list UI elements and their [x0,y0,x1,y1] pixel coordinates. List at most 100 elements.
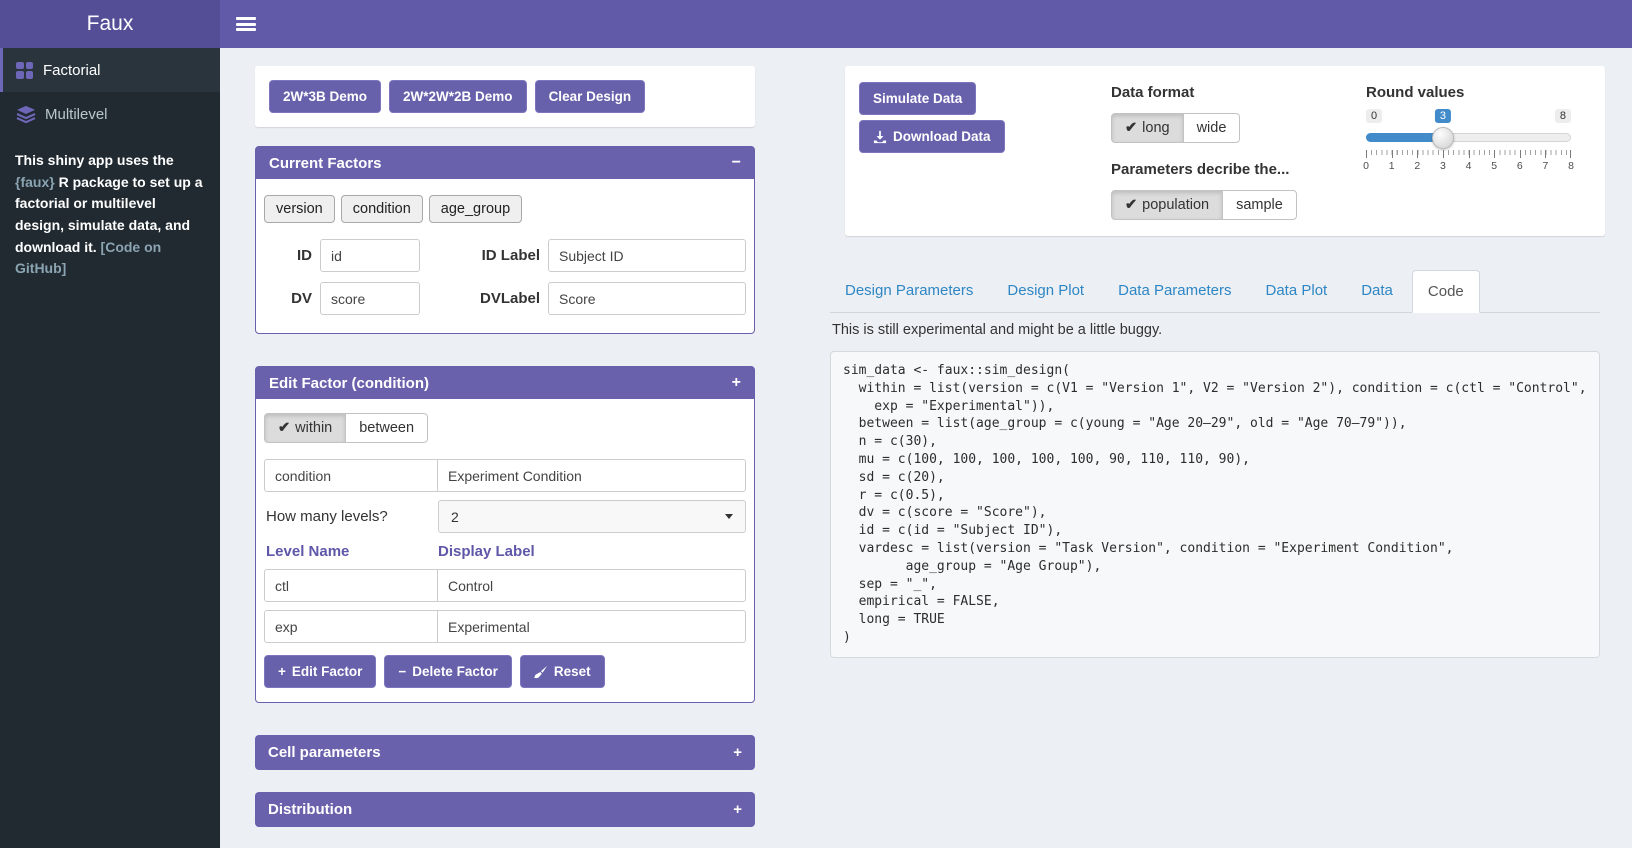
delete-factor-button[interactable]: − Delete Factor [384,655,511,688]
simulate-card: Simulate Data Download Data Data format … [845,66,1605,236]
panel-title: Distribution [268,801,352,818]
dropdown-caret-icon [725,514,733,519]
reset-button-label: Reset [554,664,591,679]
tab-data-plot[interactable]: Data Plot [1251,270,1343,312]
distribution-panel[interactable]: Distribution + [255,792,755,827]
edit-factor-buttons: + Edit Factor − Delete Factor Reset [264,655,746,688]
download-data-label: Download Data [893,129,991,144]
edit-factor-header[interactable]: Edit Factor (condition) + [256,367,754,399]
sample-option[interactable]: sample [1222,190,1297,220]
panel-title: Cell parameters [268,744,381,761]
factor-tag-version[interactable]: version [264,195,335,223]
levels-count-row: How many levels? 2 [264,500,746,533]
simulate-column: Simulate Data Download Data Data format … [830,66,1600,658]
edit-factor-body: ✔ within between condition Experiment Co… [256,399,754,702]
simulate-data-button[interactable]: Simulate Data [859,82,976,115]
wide-option[interactable]: wide [1183,113,1241,143]
experimental-note: This is still experimental and might be … [832,322,1600,338]
level-label-input[interactable]: Experimental [437,610,746,643]
factor-name-input[interactable]: condition [264,459,438,492]
level-label-input[interactable]: Control [437,569,746,602]
panel-title: Edit Factor (condition) [269,375,429,392]
id-input[interactable]: id [320,239,420,272]
factor-name-row: condition Experiment Condition [264,459,746,492]
current-factors-panel: Current Factors − version condition age_… [255,146,755,334]
hamburger-menu-icon[interactable] [236,17,256,31]
level-row-2: exp Experimental [264,610,746,643]
tab-data-parameters[interactable]: Data Parameters [1103,270,1246,312]
level-column-headers: Level Name Display Label [264,543,746,560]
sidebar: Factorial Multilevel This shiny app uses… [0,48,220,848]
current-factors-body: version condition age_group ID id ID Lab… [256,179,754,333]
cell-parameters-panel[interactable]: Cell parameters + [255,735,755,770]
sidebar-item-factorial[interactable]: Factorial [0,48,220,92]
sample-label: sample [1236,197,1283,213]
demo-2w2w2b-button[interactable]: 2W*2W*2B Demo [389,80,527,113]
results-tabs: Design Parameters Design Plot Data Param… [830,270,1600,313]
dv-label-input[interactable]: Score [548,282,746,315]
long-label: long [1142,120,1169,136]
factor-tag-condition[interactable]: condition [341,195,423,223]
factor-tags: version condition age_group [264,195,746,223]
parameters-toggle: ✔ population sample [1111,190,1297,220]
dv-label-label: DVLabel [428,290,540,307]
dv-input[interactable]: score [320,282,420,315]
long-option[interactable]: ✔ long [1111,113,1184,143]
tab-design-parameters[interactable]: Design Parameters [830,270,988,312]
population-label: population [1142,197,1209,213]
tab-code[interactable]: Code [1412,270,1480,313]
slider-handle[interactable] [1432,127,1454,149]
current-factors-header[interactable]: Current Factors − [256,147,754,179]
slider-max-label: 8 [1555,109,1571,123]
level-row-1: ctl Control [264,569,746,602]
delete-factor-button-label: Delete Factor [412,664,498,679]
grid-icon [16,62,33,79]
round-values-label: Round values [1366,84,1591,101]
id-label-input[interactable]: Subject ID [548,239,746,272]
id-label-label: ID Label [428,247,540,264]
collapse-minus-icon[interactable]: − [732,154,741,172]
brush-icon [534,665,548,679]
between-option[interactable]: between [345,413,428,443]
minus-icon: − [398,664,406,679]
app-title: Faux [0,0,220,48]
code-block: sim_data <- faux::sim_design( within = l… [830,351,1600,658]
wide-label: wide [1197,120,1227,136]
parameters-describe-label: Parameters decribe the... [1111,161,1366,178]
display-label-header: Display Label [438,543,535,560]
within-between-toggle: ✔ within between [264,413,428,443]
round-values-slider[interactable]: 0 8 3 0 1 [1366,109,1571,171]
clear-design-button[interactable]: Clear Design [535,80,646,113]
levels-count-value: 2 [451,509,459,525]
level-name-input[interactable]: exp [264,610,438,643]
factor-display-input[interactable]: Experiment Condition [437,459,746,492]
collapse-plus-icon[interactable]: + [733,744,742,761]
sidebar-description: This shiny app uses the {faux} R package… [0,136,220,294]
format-parameters-group: Data format ✔ long wide Parameters decri… [1111,82,1366,220]
within-option[interactable]: ✔ within [264,413,346,443]
population-option[interactable]: ✔ population [1111,190,1223,220]
sidebar-item-multilevel[interactable]: Multilevel [0,92,220,136]
check-icon: ✔ [1125,197,1137,213]
sidebar-item-label: Factorial [43,62,101,79]
collapse-plus-icon[interactable]: + [733,801,742,818]
tab-data[interactable]: Data [1346,270,1408,312]
faux-package-link[interactable]: {faux} [15,174,55,190]
between-label: between [359,420,414,436]
levels-count-select[interactable]: 2 [438,500,746,533]
demo-buttons-card: 2W*3B Demo 2W*2W*2B Demo Clear Design [255,66,755,127]
edit-factor-button[interactable]: + Edit Factor [264,655,376,688]
level-name-input[interactable]: ctl [264,569,438,602]
main-content: 2W*3B Demo 2W*2W*2B Demo Clear Design Cu… [220,48,1632,848]
reset-button[interactable]: Reset [520,655,605,688]
demo-2w3b-button[interactable]: 2W*3B Demo [269,80,381,113]
factor-tag-age-group[interactable]: age_group [429,195,522,223]
top-navbar: Faux [0,0,1632,48]
tab-design-plot[interactable]: Design Plot [992,270,1099,312]
collapse-plus-icon[interactable]: + [732,374,741,392]
simulate-actions: Simulate Data Download Data [859,82,1111,220]
edit-factor-panel: Edit Factor (condition) + ✔ within betwe… [255,366,755,703]
dv-label: DV [264,290,312,307]
download-data-button[interactable]: Download Data [859,120,1005,153]
layers-icon [16,105,36,123]
